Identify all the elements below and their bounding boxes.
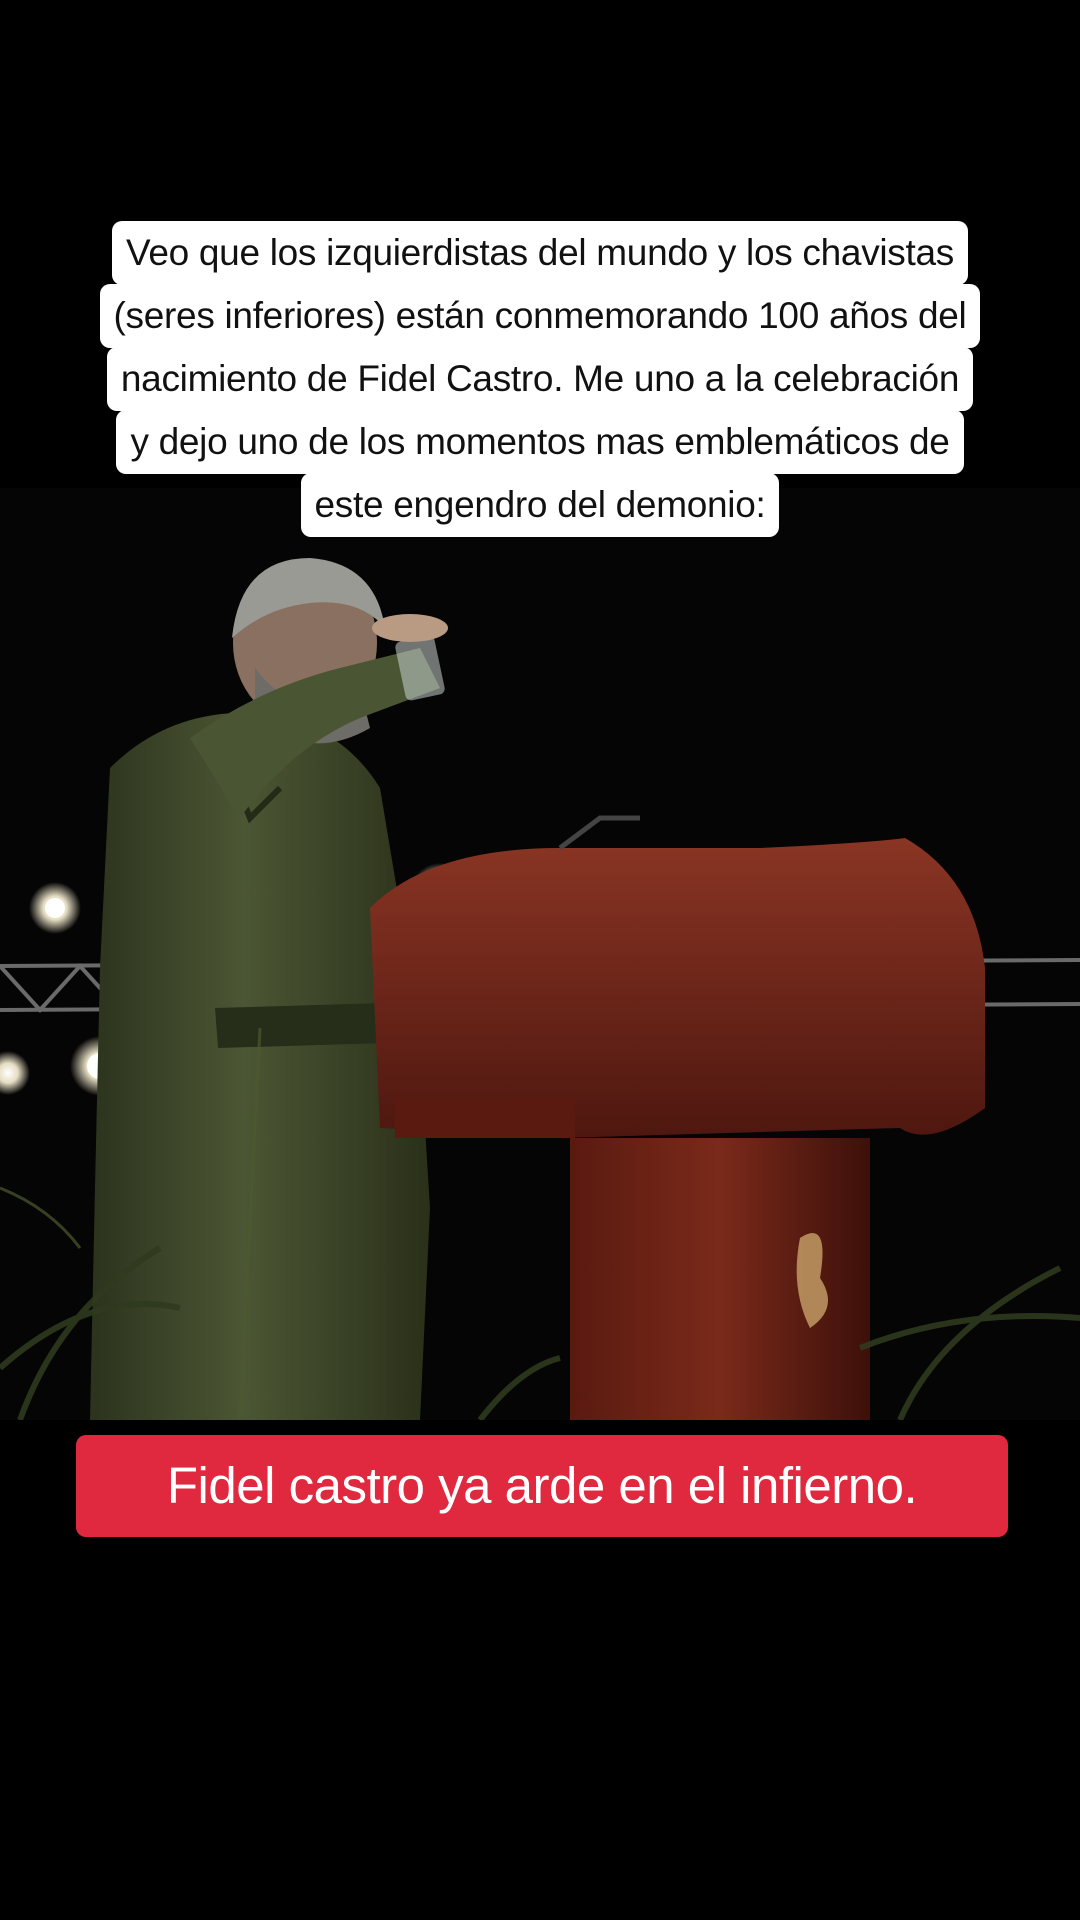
top-caption: Veo que los izquierdistas del mundo y lo… [0,221,1080,537]
video-frame[interactable] [0,488,1080,1420]
top-caption-line: nacimiento de Fidel Castro. Me uno a la … [106,347,974,411]
video-post-screen: Veo que los izquierdistas del mundo y lo… [0,0,1080,1920]
top-caption-line: y dejo uno de los momentos mas emblemáti… [116,410,964,474]
video-scene [0,488,1080,1420]
top-caption-line: este engendro del demonio: [300,473,780,537]
top-caption-line: Veo que los izquierdistas del mundo y lo… [112,221,968,285]
bottom-caption: Fidel castro ya arde en el infierno. [76,1435,1008,1537]
top-caption-line: (seres inferiores) están conmemorando 10… [99,284,981,348]
